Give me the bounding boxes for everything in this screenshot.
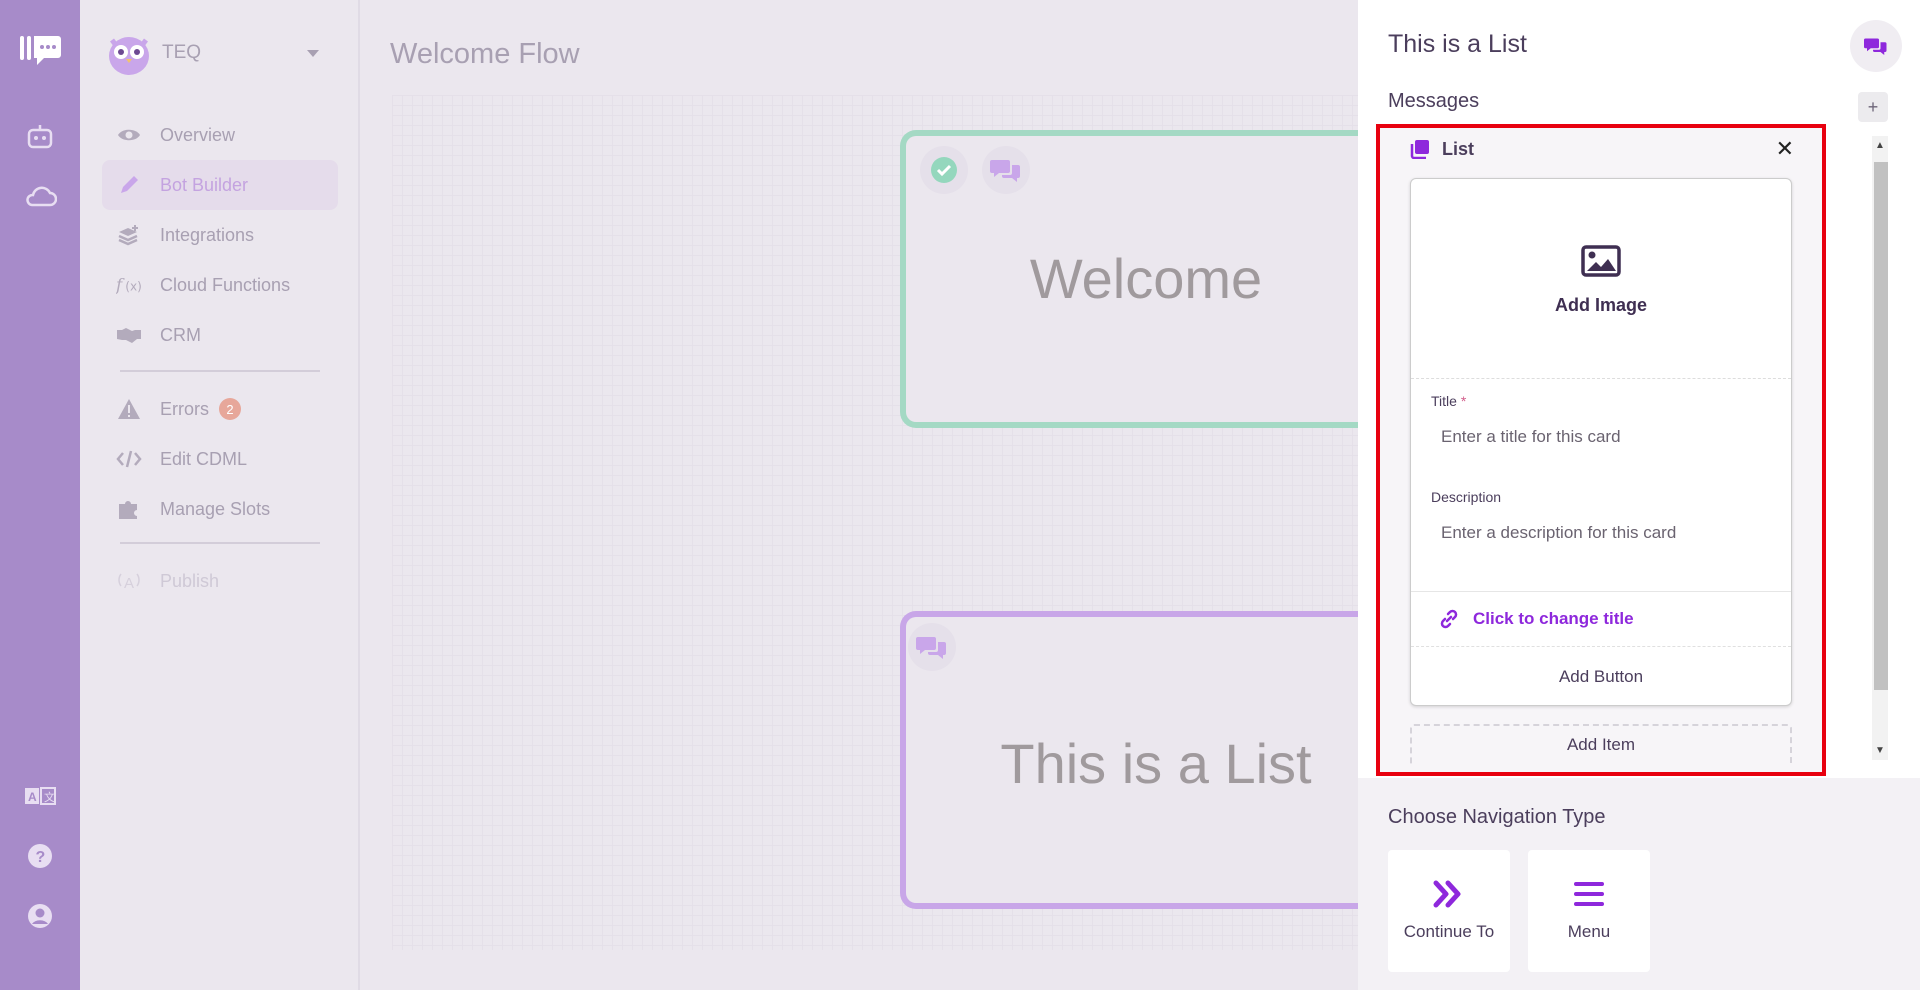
node-label: Welcome: [1029, 247, 1263, 310]
puzzle-icon: [116, 498, 142, 520]
chat-bubbles-icon: [1864, 38, 1887, 55]
svg-text:文: 文: [44, 790, 55, 804]
function-icon: f (x): [116, 274, 142, 296]
add-button-button[interactable]: Add Button: [1411, 649, 1791, 705]
close-message-button[interactable]: ✕: [1776, 136, 1794, 162]
message-type-label: List: [1442, 138, 1475, 159]
sidebar-divider: [120, 542, 320, 544]
menu-icon: [1574, 882, 1604, 906]
add-item-button[interactable]: Add Item: [1410, 724, 1792, 764]
sidebar-item-integrations[interactable]: Integrations: [102, 210, 338, 260]
title-input[interactable]: [1431, 417, 1773, 457]
flow-title: Welcome Flow: [390, 38, 580, 70]
svg-text:A: A: [28, 790, 37, 804]
list-stack-icon: [1410, 140, 1429, 159]
double-chevron-right-icon: [1433, 880, 1461, 908]
list-message-header: List ✕: [1380, 128, 1822, 170]
owl-logo-icon: [109, 37, 149, 75]
caret-down-icon[interactable]: [307, 50, 319, 57]
code-icon: [116, 449, 142, 469]
add-image-area[interactable]: Add Image: [1411, 179, 1791, 379]
sidebar-item-crm[interactable]: CRM: [102, 310, 338, 360]
brand-switcher[interactable]: TEQ: [104, 28, 201, 78]
flow-node-list[interactable]: This is a List: [900, 611, 1360, 909]
sidebar-item-overview[interactable]: Overview: [102, 110, 338, 160]
node-editor-panel: This is a List Messages + ▲ ▼ List ✕ Add…: [1358, 0, 1920, 990]
sidebar-item-errors[interactable]: Errors 2: [102, 384, 338, 434]
brand-name: TEQ: [162, 42, 202, 63]
node-label: This is a List: [1000, 732, 1312, 795]
flow-node-welcome[interactable]: Welcome: [900, 130, 1360, 428]
scroll-down-arrow[interactable]: ▼: [1872, 745, 1888, 756]
errors-count-badge: 2: [219, 398, 241, 420]
add-message-button[interactable]: +: [1858, 92, 1888, 122]
chat-bubbles-button[interactable]: [1850, 20, 1902, 72]
warning-icon: [116, 398, 142, 420]
scroll-up-arrow[interactable]: ▲: [1872, 140, 1888, 151]
check-circle-icon[interactable]: [920, 146, 968, 194]
svg-text:(x): (x): [125, 280, 142, 294]
link-icon: [1440, 609, 1458, 629]
sidebar-item-bot-builder[interactable]: Bot Builder: [102, 160, 338, 210]
eye-icon: [116, 127, 142, 143]
list-message-block: List ✕ Add Image Title * Description Cli…: [1376, 124, 1826, 776]
nav-option-menu[interactable]: Menu: [1528, 850, 1650, 972]
chat-bubbles-icon[interactable]: [908, 623, 956, 671]
add-image-label: Add Image: [1554, 295, 1647, 315]
left-rail: A文 ?: [0, 0, 80, 990]
sidebar-item-manage-slots[interactable]: Manage Slots: [102, 484, 338, 534]
description-field-label: Description: [1431, 489, 1502, 505]
logo-icon[interactable]: [0, 30, 80, 70]
sidebar-divider: [120, 370, 320, 372]
list-item-card: Add Image Title * Description Click to c…: [1410, 178, 1792, 706]
description-input[interactable]: [1431, 513, 1773, 553]
sidebar-item-cloud-functions[interactable]: f (x) Cloud Functions: [102, 260, 338, 310]
sidebar-item-edit-cdml[interactable]: Edit CDML: [102, 434, 338, 484]
broadcast-icon: A: [116, 570, 142, 592]
svg-text:A: A: [124, 575, 134, 592]
change-title-link[interactable]: Click to change title: [1411, 591, 1791, 647]
cloud-icon[interactable]: [0, 176, 80, 216]
layers-plus-icon: [116, 224, 142, 246]
title-field-label: Title *: [1431, 393, 1467, 409]
sidebar: TEQ Overview Bot Builder Integrations f(…: [80, 0, 360, 990]
handshake-icon: [116, 326, 142, 344]
scroll-thumb[interactable]: [1874, 162, 1888, 690]
panel-content: This is a List Messages + ▲ ▼ List ✕ Add…: [1358, 0, 1920, 778]
translate-icon[interactable]: A文: [0, 776, 80, 816]
navigation-type-heading: Choose Navigation Type: [1388, 806, 1606, 828]
chat-bubbles-icon[interactable]: [982, 146, 1030, 194]
help-icon[interactable]: ?: [0, 836, 80, 876]
image-icon: [1581, 245, 1621, 277]
sidebar-item-publish[interactable]: A Publish: [102, 556, 338, 606]
nav-option-continue-to[interactable]: Continue To: [1388, 850, 1510, 972]
panel-title: This is a List: [1388, 30, 1527, 58]
messages-heading: Messages: [1388, 90, 1480, 112]
svg-text:f: f: [116, 275, 125, 295]
pencil-icon: [116, 174, 142, 196]
bot-icon[interactable]: [0, 117, 80, 157]
flow-canvas[interactable]: Welcome Flow Welcome This is a List: [362, 0, 1360, 990]
svg-text:?: ?: [36, 849, 46, 866]
user-avatar-icon[interactable]: [0, 896, 80, 936]
messages-scrollbar[interactable]: ▲ ▼: [1872, 136, 1888, 760]
